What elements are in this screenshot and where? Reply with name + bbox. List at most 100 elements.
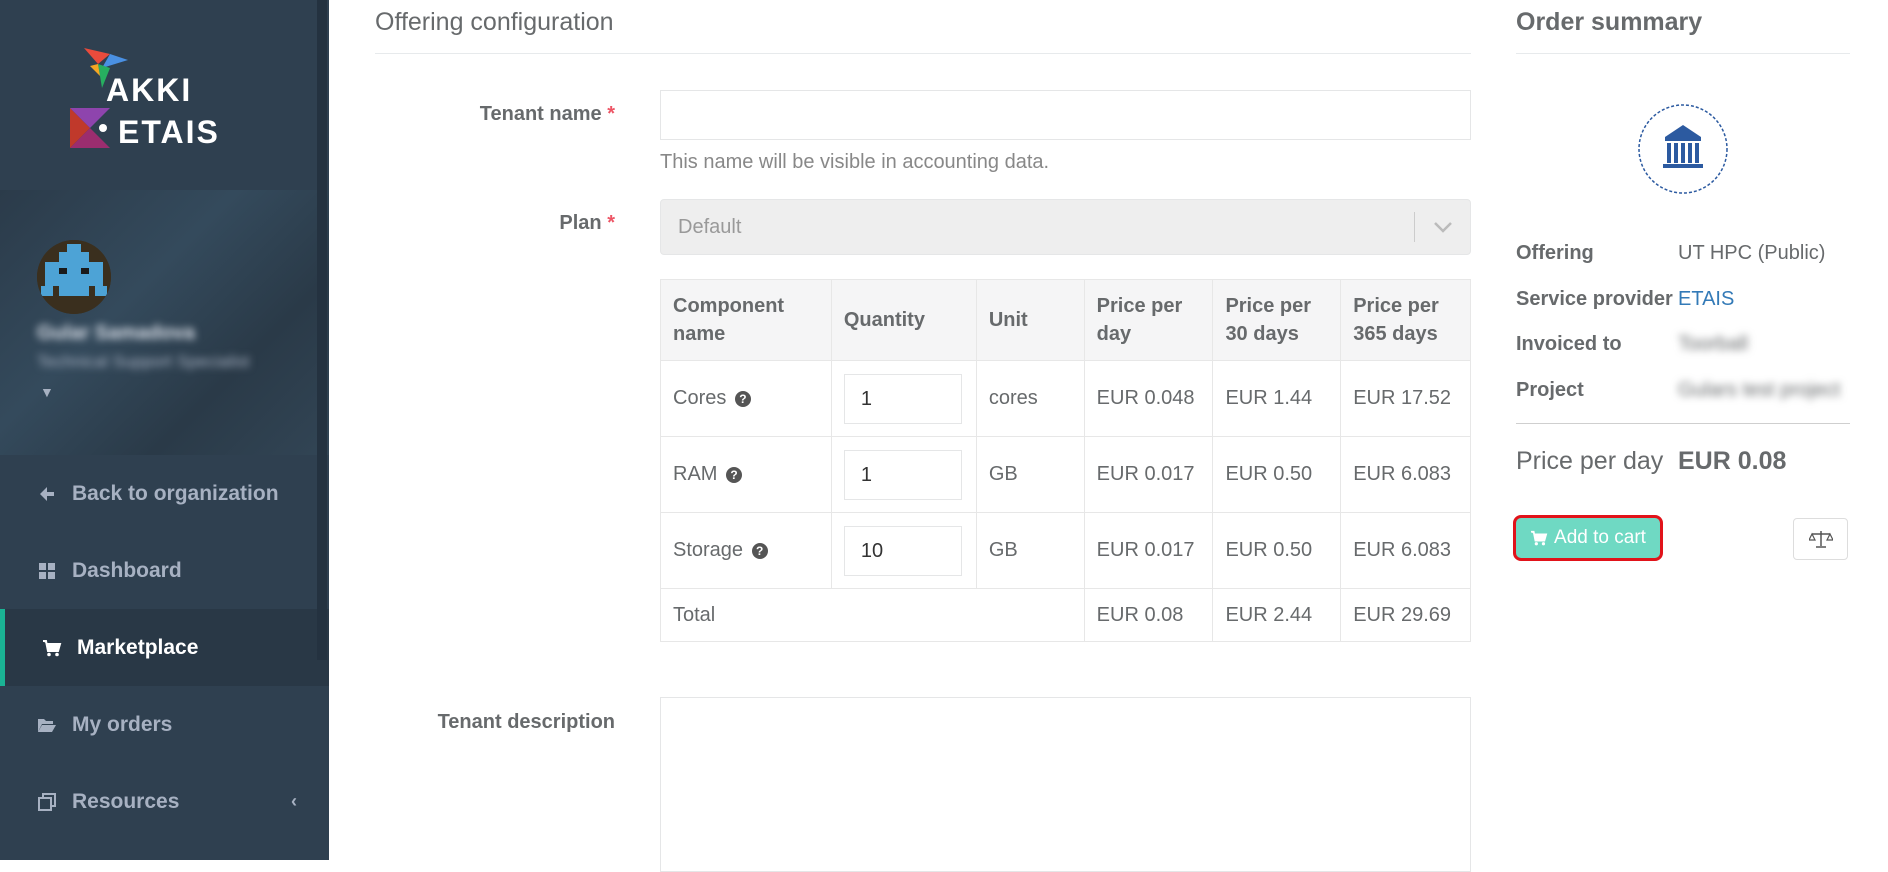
quantity-input[interactable]: 1: [843, 449, 962, 500]
unit-cell: cores: [975, 360, 1085, 437]
etais-logo-icon: [70, 108, 110, 148]
total-365-cell: EUR 29.69: [1340, 588, 1471, 642]
service-provider-label: Service provider: [1516, 288, 1673, 310]
sidebar-item-label: Dashboard: [72, 558, 182, 582]
arrow-left-icon: [36, 485, 58, 503]
price-30-cell: EUR 1.44: [1212, 360, 1342, 437]
summary-offering-row: Offering: [1516, 242, 1594, 265]
summary-price-divider: [1516, 423, 1850, 424]
column-header: Quantity: [830, 279, 977, 361]
table-row: Storage ? 10 GB EUR 0.017 EUR 0.50 EUR 6…: [660, 512, 1471, 589]
tenant-description-label: Tenant description: [437, 711, 615, 733]
plan-select-value: Default: [678, 216, 742, 238]
tenant-name-input[interactable]: [660, 90, 1471, 140]
profile-dropdown-icon[interactable]: ▼: [40, 384, 54, 400]
add-to-cart-label: Add to cart: [1554, 527, 1646, 548]
price-365-cell: EUR 6.083: [1340, 512, 1471, 589]
total-day-cell: EUR 0.08: [1083, 588, 1214, 642]
unit-cell: GB: [975, 512, 1085, 589]
sidebar-item-label: My orders: [72, 712, 173, 736]
summary-divider: [1516, 53, 1850, 54]
quantity-cell: 10: [830, 512, 977, 589]
price-per-day-value: EUR 0.08: [1678, 447, 1787, 475]
sidebar-item-label: Marketplace: [77, 635, 199, 659]
component-name-cell: RAM ?: [660, 436, 832, 513]
logo-line1: AKKI: [106, 72, 193, 108]
price-365-cell: EUR 17.52: [1340, 360, 1471, 437]
column-header: Component name: [660, 279, 832, 361]
dashboard-icon: [36, 562, 58, 580]
pixel-avatar-icon: [37, 240, 111, 314]
summary-invoiced-row: Invoiced to: [1516, 333, 1622, 356]
folder-open-icon: [36, 716, 58, 734]
price-day-cell: EUR 0.017: [1083, 436, 1214, 513]
column-header: Unit: [975, 279, 1085, 361]
cart-icon: [1531, 530, 1548, 546]
sidebar-item-label: Resources: [72, 789, 180, 813]
chevron-left-icon: ‹: [291, 791, 297, 811]
unit-cell: GB: [975, 436, 1085, 513]
total-label-cell: Total: [660, 588, 1085, 642]
quantity-cell: 1: [830, 436, 977, 513]
price-day-cell: EUR 0.048: [1083, 360, 1214, 437]
project-label: Project: [1516, 379, 1584, 401]
table-row: Cores ? 1 cores EUR 0.048 EUR 1.44 EUR 1…: [660, 360, 1471, 437]
sidebar-item-back-to-organization[interactable]: Back to organization: [0, 455, 329, 532]
sidebar: AKKI ETAIS Gular Samadova Technical Supp…: [0, 0, 329, 860]
plan-label: Plan *: [559, 212, 615, 234]
profile-role: Technical Support Specialist: [37, 352, 250, 371]
select-separator: [1414, 212, 1415, 242]
sidebar-item-resources[interactable]: Resources ‹: [0, 763, 329, 840]
service-provider-link[interactable]: ETAIS: [1678, 288, 1734, 311]
sidebar-item-label: Back to organization: [72, 481, 279, 505]
question-circle-icon[interactable]: ?: [751, 542, 768, 559]
page-title: Offering configuration: [375, 8, 614, 36]
copy-icon: [36, 792, 58, 811]
price-day-cell: EUR 0.017: [1083, 512, 1214, 589]
offering-label: Offering: [1516, 242, 1594, 264]
price-365-cell: EUR 6.083: [1340, 436, 1471, 513]
tenant-name-help: This name will be visible in accounting …: [660, 151, 1050, 173]
quantity-input[interactable]: 1: [843, 373, 962, 424]
invoiced-to-label: Invoiced to: [1516, 333, 1622, 355]
add-to-cart-button[interactable]: Add to cart: [1513, 515, 1663, 561]
quantity-cell: 1: [830, 360, 977, 437]
plan-select[interactable]: Default: [660, 199, 1471, 255]
tenant-description-textarea[interactable]: [660, 697, 1471, 872]
title-divider: [375, 53, 1471, 54]
summary-provider-row: Service provider: [1516, 288, 1673, 311]
chevron-down-icon: [1434, 222, 1452, 233]
university-logo-icon: [1638, 104, 1728, 194]
table-row: RAM ? 1 GB EUR 0.017 EUR 0.50 EUR 6.083: [660, 436, 1471, 513]
sidebar-item-my-orders[interactable]: My orders: [0, 686, 329, 763]
tenant-name-label: Tenant name *: [479, 103, 615, 125]
column-header: Price per 30 days: [1212, 279, 1342, 361]
compare-button[interactable]: [1793, 518, 1848, 560]
component-name-cell: Cores ?: [660, 360, 832, 437]
sidebar-scrollbar[interactable]: [317, 0, 327, 660]
column-header: Price per day: [1083, 279, 1214, 361]
quantity-input[interactable]: 10: [843, 525, 962, 576]
brand-logo[interactable]: AKKI ETAIS: [0, 0, 329, 190]
total-30-cell: EUR 2.44: [1212, 588, 1342, 642]
cart-icon: [41, 639, 63, 657]
sidebar-item-dashboard[interactable]: Dashboard: [0, 532, 329, 609]
column-header: Price per 365 days: [1340, 279, 1471, 361]
summary-project-row: Project: [1516, 379, 1584, 402]
table-header-row: Component name Quantity Unit Price per d…: [660, 279, 1471, 361]
question-circle-icon[interactable]: ?: [726, 466, 743, 483]
avatar[interactable]: [37, 240, 111, 314]
pricing-table: Component name Quantity Unit Price per d…: [660, 279, 1471, 642]
profile-name: Gular Samadova: [37, 322, 195, 344]
invoiced-to-value: Toorball: [1678, 333, 1749, 355]
sidebar-item-marketplace[interactable]: Marketplace: [0, 609, 329, 686]
price-30-cell: EUR 0.50: [1212, 436, 1342, 513]
balance-scale-icon: [1808, 531, 1833, 548]
question-circle-icon[interactable]: ?: [734, 390, 751, 407]
price-30-cell: EUR 0.50: [1212, 512, 1342, 589]
logo-line2: ETAIS: [118, 114, 220, 150]
project-value: Gulars test project: [1678, 379, 1841, 401]
price-per-day-label: Price per day: [1516, 447, 1664, 475]
component-name-cell: Storage ?: [660, 512, 832, 589]
table-total-row: Total EUR 0.08 EUR 2.44 EUR 29.69: [660, 588, 1471, 642]
